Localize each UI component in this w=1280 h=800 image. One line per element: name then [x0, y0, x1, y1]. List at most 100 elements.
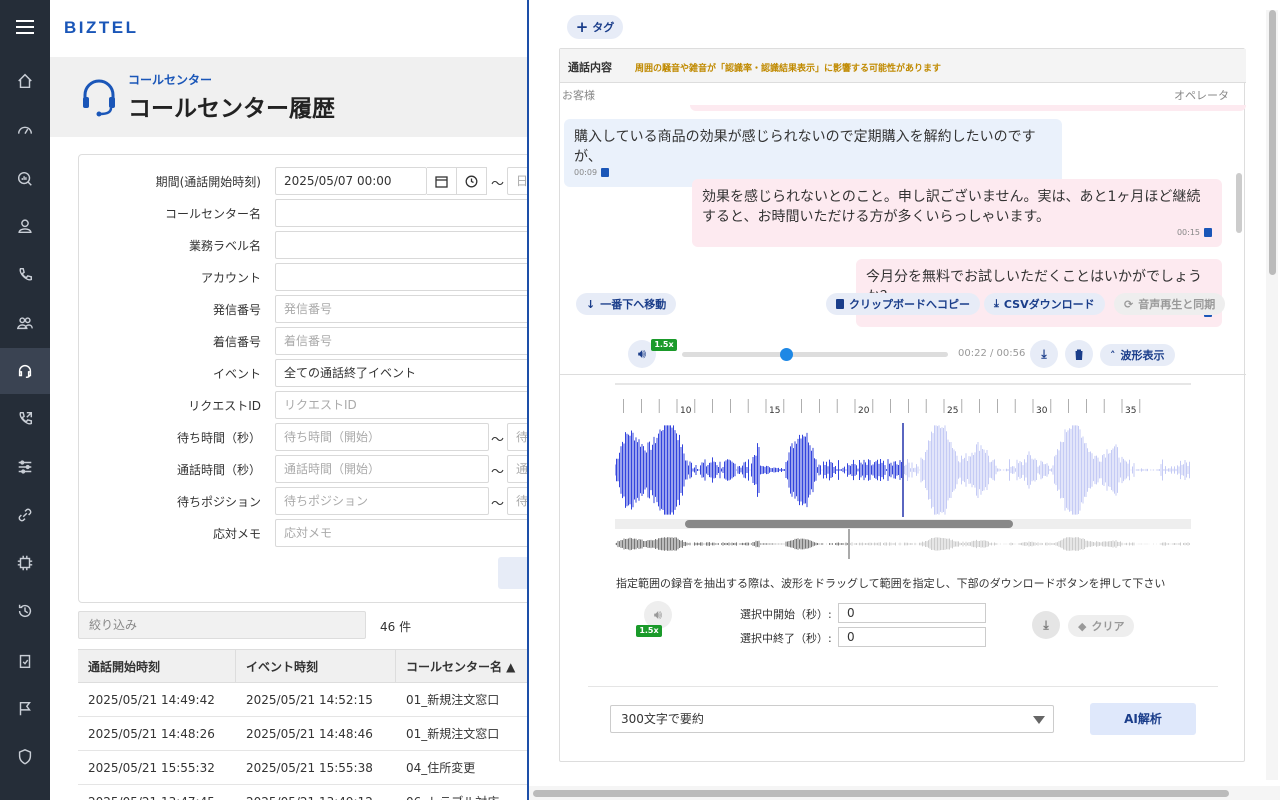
waveform-toggle-button[interactable]: ˄ 波形表示 — [1100, 344, 1175, 366]
selection-download-button[interactable]: ⤓ — [1032, 611, 1060, 639]
copy-button[interactable]: クリップボードへコピー — [826, 293, 980, 315]
nav-group[interactable] — [0, 300, 50, 346]
transcript-list[interactable]: 購入している商品の効果が感じられないので定期購入を解約したいのですが、 00:0… — [560, 105, 1246, 375]
horizontal-scrollbar[interactable] — [529, 786, 1280, 800]
nav-history[interactable] — [0, 588, 50, 634]
caller-input[interactable]: 発信番号 — [275, 295, 528, 323]
memo-input[interactable]: 応対メモ — [275, 519, 528, 547]
account-input[interactable] — [275, 263, 528, 291]
message-bubble-customer: 購入している商品の効果が感じられないので定期購入を解約したいのですが、 00:0… — [564, 119, 1062, 187]
page-scroll-thumb[interactable] — [1269, 10, 1276, 275]
nav-home[interactable] — [0, 58, 50, 104]
business-input[interactable] — [275, 231, 528, 259]
col-callcenter[interactable]: コールセンター名 ▲ — [396, 649, 528, 683]
nav-tasks[interactable] — [0, 638, 50, 684]
sel-end-input[interactable]: 0 — [838, 627, 986, 647]
detail-pane: + タグ 通話内容 周囲の騒音や雑音が「認識率・認識結果表示」に影響する可能性があ… — [529, 0, 1280, 800]
nav-settings[interactable] — [0, 444, 50, 490]
cell-event-time: 2025/05/21 14:48:46 — [246, 727, 373, 741]
talk-start-input[interactable]: 通話時間（開始） — [275, 455, 489, 483]
chip-icon — [17, 555, 33, 571]
ai-analysis-button[interactable]: AI解析 — [1090, 703, 1196, 735]
waveform-scroll-thumb[interactable] — [685, 520, 1013, 528]
talk-end-input[interactable]: 通 — [507, 455, 528, 483]
waveform-scrollbar[interactable] — [615, 519, 1191, 529]
menu-icon[interactable] — [16, 20, 34, 34]
download-audio-button[interactable]: ⤓ — [1030, 340, 1058, 368]
cell-callcenter: 04_住所変更 — [406, 761, 476, 775]
nav-integrations[interactable] — [0, 540, 50, 586]
clipboard-check-icon — [19, 654, 31, 669]
memo-label: 応対メモ — [212, 526, 261, 541]
filter-input[interactable]: 絞り込み — [78, 611, 366, 639]
wait-end-input[interactable]: 待 — [507, 423, 528, 451]
add-tag-button[interactable]: + タグ — [567, 15, 623, 39]
waveform-overview[interactable] — [615, 529, 1191, 559]
cell-call-start: 2025/05/21 15:55:32 — [88, 761, 215, 775]
history-icon — [18, 604, 32, 618]
callcenter-input[interactable] — [275, 199, 528, 227]
position-end-input[interactable]: 待 — [507, 487, 528, 515]
csv-download-button[interactable]: ⤓ CSVダウンロード — [984, 293, 1105, 315]
nav-flag[interactable] — [0, 686, 50, 732]
wait-start-input[interactable]: 待ち時間（開始） — [275, 423, 489, 451]
phone-icon — [19, 267, 33, 281]
clipboard-icon[interactable] — [601, 168, 610, 177]
speed-badge[interactable]: 1.5x — [651, 339, 677, 351]
waveform[interactable] — [615, 423, 1191, 517]
event-select[interactable]: 全ての通話終了イベント — [275, 359, 528, 387]
period-start-input[interactable]: 2025/05/07 00:00 — [275, 167, 427, 195]
speaker-customer-label: お客様 — [562, 89, 595, 102]
nav-security[interactable] — [0, 734, 50, 780]
speaker-icon: 🔊︎ — [637, 346, 647, 362]
group-icon — [16, 317, 33, 330]
headset-icon — [83, 79, 115, 117]
col-event-time[interactable]: イベント時刻 — [236, 649, 396, 683]
message-time: 00:15 — [1176, 228, 1200, 237]
message-time: 00:09 — [574, 168, 598, 177]
sel-start-input[interactable]: 0 — [838, 603, 986, 623]
seek-bar[interactable] — [682, 352, 948, 357]
side-nav — [0, 0, 50, 800]
col-call-start[interactable]: 通話開始時刻 — [78, 649, 236, 683]
transcript-panel: 通話内容 周囲の騒音や雑音が「認識率・認識結果表示」に影響する可能性があります … — [559, 48, 1246, 762]
link-icon — [18, 508, 32, 522]
horizontal-scroll-thumb[interactable] — [533, 790, 1229, 797]
clipboard-icon[interactable] — [1204, 228, 1212, 237]
nav-users[interactable] — [0, 203, 50, 249]
callee-label: 着信番号 — [212, 334, 261, 349]
calendar-icon — [435, 175, 448, 188]
selection-speed-badge[interactable]: 1.5x — [636, 625, 662, 637]
nav-link[interactable] — [0, 492, 50, 538]
speaker-operator-label: オペレータ — [1174, 89, 1229, 102]
clock-icon — [465, 175, 478, 187]
clear-selection-button[interactable]: ◆ クリア — [1068, 615, 1135, 637]
calendar-button[interactable] — [427, 167, 457, 195]
request-input[interactable]: リクエストID — [275, 391, 528, 419]
clock-button[interactable] — [457, 167, 487, 195]
nav-phone[interactable] — [0, 252, 50, 298]
flag-icon — [19, 701, 31, 716]
scroll-bottom-button[interactable]: ↓ 一番下へ移動 — [576, 293, 677, 315]
nav-dashboard[interactable] — [0, 107, 50, 153]
seek-knob[interactable] — [779, 348, 793, 361]
search-button[interactable] — [498, 557, 528, 589]
csv-label: CSVダウンロード — [1003, 298, 1095, 311]
callee-input[interactable]: 着信番号 — [275, 327, 528, 355]
range-separator: 〜 — [491, 177, 505, 192]
talk-label: 通話時間（秒） — [176, 462, 261, 477]
sync-button[interactable]: ⟳ 音声再生と同期 — [1114, 293, 1226, 315]
delete-audio-button[interactable] — [1065, 340, 1093, 368]
transcript-scrollbar[interactable] — [1236, 173, 1242, 233]
page-scrollbar[interactable] — [1266, 10, 1278, 780]
nav-callcenter[interactable] — [0, 348, 50, 394]
period-end-input[interactable]: 日 — [507, 167, 528, 195]
transcript-header: 通話内容 周囲の騒音や雑音が「認識率・認識結果表示」に影響する可能性があります — [560, 49, 1246, 83]
nav-analytics[interactable] — [0, 156, 50, 202]
range-separator: 〜 — [491, 465, 505, 480]
position-start-input[interactable]: 待ちポジション — [275, 487, 489, 515]
download-icon: ⤓ — [1041, 346, 1047, 361]
summary-select[interactable]: 300文字で要約 — [610, 705, 1054, 733]
eraser-icon: ◆ — [1078, 619, 1087, 633]
nav-outbound[interactable] — [0, 396, 50, 442]
